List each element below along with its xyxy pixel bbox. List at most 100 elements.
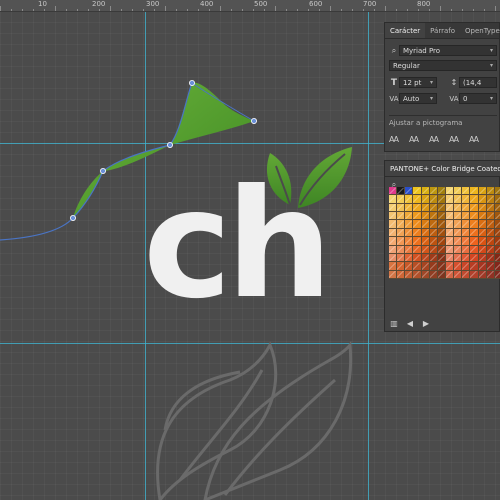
- color-swatch[interactable]: [486, 245, 495, 254]
- color-swatch[interactable]: [454, 212, 463, 221]
- anchor-point[interactable]: [70, 214, 77, 221]
- color-swatch[interactable]: [470, 187, 479, 196]
- color-swatch[interactable]: [454, 262, 463, 271]
- color-swatch[interactable]: [405, 228, 414, 238]
- color-swatch[interactable]: [454, 195, 463, 204]
- color-swatch[interactable]: [478, 228, 487, 238]
- color-swatch[interactable]: [470, 203, 479, 213]
- color-swatch[interactable]: [494, 212, 500, 221]
- color-swatch[interactable]: [486, 262, 495, 271]
- color-swatch[interactable]: [494, 253, 500, 263]
- color-swatch[interactable]: [446, 245, 455, 254]
- anchor-point[interactable]: [188, 80, 195, 87]
- color-swatch[interactable]: [486, 270, 495, 279]
- color-swatch[interactable]: [446, 253, 455, 263]
- color-swatch[interactable]: [470, 228, 479, 238]
- color-swatch[interactable]: [462, 212, 471, 221]
- color-swatch[interactable]: [478, 187, 487, 196]
- font-family-field[interactable]: Myriad Pro ▾: [399, 45, 497, 56]
- anchor-point[interactable]: [250, 118, 257, 125]
- color-swatch[interactable]: [389, 237, 398, 246]
- color-swatch[interactable]: [478, 237, 487, 246]
- color-swatch[interactable]: [486, 220, 495, 229]
- color-swatch[interactable]: [405, 245, 414, 254]
- color-swatch[interactable]: [429, 228, 438, 238]
- color-swatch[interactable]: [462, 203, 471, 213]
- color-swatch[interactable]: [470, 212, 479, 221]
- color-swatch[interactable]: [437, 245, 446, 254]
- color-swatch[interactable]: [437, 220, 446, 229]
- color-swatch[interactable]: [462, 253, 471, 263]
- color-swatch[interactable]: [397, 262, 406, 271]
- next-icon[interactable]: ▶: [421, 319, 431, 328]
- color-swatch[interactable]: [389, 270, 398, 279]
- color-swatch[interactable]: [413, 270, 422, 279]
- color-swatch[interactable]: [413, 195, 422, 204]
- anchor-point[interactable]: [100, 167, 107, 174]
- color-swatch[interactable]: [389, 203, 398, 213]
- color-swatch[interactable]: [494, 220, 500, 229]
- color-swatch[interactable]: [478, 195, 487, 204]
- color-swatch[interactable]: [421, 212, 430, 221]
- color-swatch[interactable]: [405, 262, 414, 271]
- swatch-library-icon[interactable]: ▥: [389, 319, 399, 328]
- character-panel[interactable]: Carácter Párrafo OpenType ⌕ Myriad Pro ▾…: [384, 22, 500, 152]
- color-swatch[interactable]: [470, 237, 479, 246]
- color-swatch[interactable]: [454, 228, 463, 238]
- chevron-down-icon[interactable]: ▾: [490, 95, 493, 102]
- color-swatch[interactable]: [413, 187, 422, 196]
- color-swatch[interactable]: [486, 228, 495, 238]
- color-swatch[interactable]: [446, 195, 455, 204]
- color-swatch[interactable]: [486, 195, 495, 204]
- glyph-snap-icon[interactable]: Ꜳ: [469, 135, 479, 144]
- color-swatch[interactable]: [429, 187, 438, 196]
- color-swatch[interactable]: [389, 195, 398, 204]
- color-swatch[interactable]: [494, 228, 500, 238]
- color-swatch[interactable]: [454, 187, 463, 196]
- color-swatch[interactable]: [389, 245, 398, 254]
- color-swatch[interactable]: [413, 253, 422, 263]
- color-swatch[interactable]: [405, 195, 414, 204]
- glyph-snap-icon[interactable]: Ꜳ: [389, 135, 399, 144]
- color-swatch[interactable]: [494, 187, 500, 196]
- color-swatch[interactable]: [470, 245, 479, 254]
- color-swatch[interactable]: [389, 212, 398, 221]
- color-swatch[interactable]: [462, 237, 471, 246]
- color-swatch[interactable]: [405, 212, 414, 221]
- color-swatch[interactable]: [454, 220, 463, 229]
- color-swatch[interactable]: [397, 195, 406, 204]
- color-swatch[interactable]: [486, 203, 495, 213]
- tab-pantone[interactable]: PANTONE+ Color Bridge Coated: [385, 161, 500, 176]
- color-swatch[interactable]: [421, 253, 430, 263]
- color-swatch[interactable]: [437, 195, 446, 204]
- color-swatch[interactable]: [413, 237, 422, 246]
- color-swatch[interactable]: [421, 262, 430, 271]
- color-swatch[interactable]: [470, 262, 479, 271]
- color-swatch[interactable]: [486, 237, 495, 246]
- color-swatch[interactable]: [446, 237, 455, 246]
- color-swatch[interactable]: [478, 270, 487, 279]
- color-swatch[interactable]: [413, 203, 422, 213]
- tab-opentype[interactable]: OpenType: [460, 23, 500, 38]
- color-swatch[interactable]: [478, 245, 487, 254]
- color-swatch[interactable]: [446, 270, 455, 279]
- pantone-swatch-panel[interactable]: PANTONE+ Color Bridge Coated ⌕ ▥ ◀ ▶: [384, 160, 500, 332]
- leading-field[interactable]: (14,4: [459, 77, 497, 88]
- color-swatch[interactable]: [494, 262, 500, 271]
- color-swatch[interactable]: [421, 245, 430, 254]
- color-swatch[interactable]: [429, 212, 438, 221]
- color-swatch[interactable]: [421, 237, 430, 246]
- color-swatch[interactable]: [437, 262, 446, 271]
- color-swatch[interactable]: [454, 245, 463, 254]
- color-swatch[interactable]: [405, 270, 414, 279]
- color-swatch[interactable]: [429, 262, 438, 271]
- color-swatch[interactable]: [397, 270, 406, 279]
- color-swatch[interactable]: [429, 195, 438, 204]
- color-swatch[interactable]: [437, 270, 446, 279]
- color-swatch[interactable]: [413, 228, 422, 238]
- tracking-field[interactable]: 0 ▾: [459, 93, 497, 104]
- color-swatch[interactable]: [478, 262, 487, 271]
- color-swatch[interactable]: [454, 253, 463, 263]
- color-swatch[interactable]: [413, 262, 422, 271]
- tab-paragraph[interactable]: Párrafo: [425, 23, 460, 38]
